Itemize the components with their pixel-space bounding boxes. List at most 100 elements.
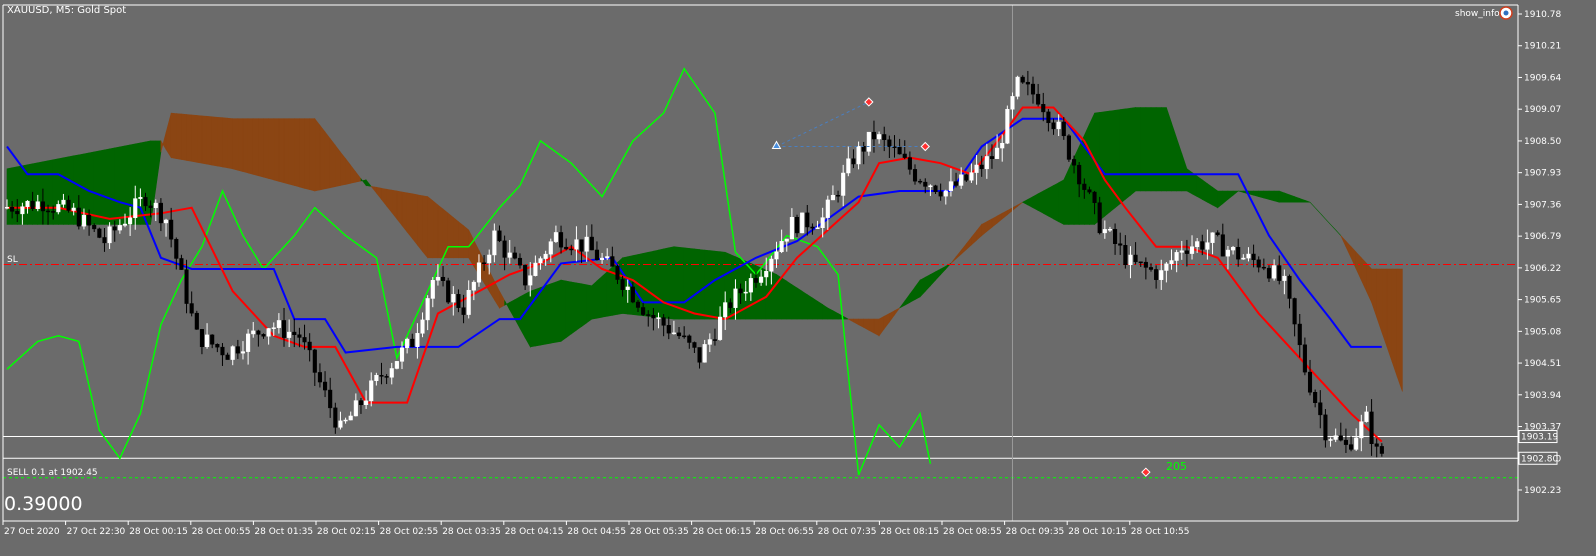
candle-body bbox=[1287, 275, 1292, 299]
candle-body bbox=[194, 312, 199, 330]
candle-body bbox=[163, 219, 169, 224]
candle-body bbox=[1030, 83, 1036, 95]
candle-body bbox=[533, 262, 538, 276]
x-tick-label: 27 Oct 22:30 bbox=[67, 527, 126, 537]
candle-body bbox=[199, 329, 204, 347]
x-tick-label: 28 Oct 06:55 bbox=[755, 527, 814, 537]
price-tag-label: 1902.80 bbox=[1521, 454, 1558, 464]
cloud-segment bbox=[1212, 186, 1218, 209]
ichimoku-chart[interactable]: 1910.78 1910.21 1909.64 1909.07 1908.50 1907.… bbox=[0, 0, 1596, 552]
cloud-segment bbox=[555, 279, 562, 343]
cloud-segment bbox=[699, 249, 706, 320]
bottom-left-value: 0.39000 bbox=[4, 493, 83, 515]
candle-body bbox=[943, 190, 948, 197]
candle-body bbox=[753, 278, 759, 283]
cloud-segment bbox=[93, 150, 100, 225]
cloud-segment bbox=[57, 157, 64, 225]
candle-body bbox=[333, 407, 338, 428]
cloud-segment bbox=[176, 113, 182, 160]
candle-body bbox=[379, 375, 384, 377]
candle-body bbox=[579, 239, 584, 252]
cloud-segment bbox=[447, 212, 454, 259]
candle-body bbox=[1307, 371, 1313, 393]
candle-body bbox=[1210, 232, 1215, 243]
candle-body bbox=[558, 232, 564, 248]
cloud-segment bbox=[63, 156, 69, 225]
cloud-segment bbox=[1073, 146, 1080, 225]
x-tick-label: 28 Oct 07:35 bbox=[818, 527, 877, 537]
cloud-segment bbox=[170, 112, 177, 159]
candle-body bbox=[143, 197, 148, 207]
candle-body bbox=[1097, 202, 1102, 234]
cloud-segment bbox=[104, 148, 110, 225]
candle-body bbox=[800, 212, 805, 234]
candle-body bbox=[1164, 263, 1169, 271]
candle-body bbox=[517, 257, 523, 266]
candle-body bbox=[538, 258, 543, 264]
cloud-segment bbox=[1391, 268, 1398, 377]
cloud-segment bbox=[247, 118, 254, 175]
candle-body bbox=[718, 316, 723, 340]
candle-body bbox=[174, 238, 179, 259]
cloud-segment bbox=[119, 145, 126, 225]
candle-body bbox=[887, 139, 892, 147]
candle-body bbox=[230, 346, 235, 360]
candle-body bbox=[912, 169, 918, 182]
candle-body bbox=[877, 134, 882, 140]
candle-body bbox=[707, 339, 712, 345]
candle-body bbox=[605, 256, 610, 259]
candle-body bbox=[584, 236, 589, 252]
candle-body bbox=[1159, 270, 1164, 280]
candle-body bbox=[1195, 241, 1200, 247]
candle-body bbox=[312, 349, 317, 373]
cloud-segment bbox=[237, 118, 244, 172]
cloud-segment bbox=[288, 118, 295, 186]
candle-body bbox=[302, 337, 307, 343]
cloud-segment bbox=[596, 275, 603, 319]
candle-body bbox=[1169, 260, 1174, 265]
cloud-segment bbox=[1037, 190, 1044, 214]
candle-body bbox=[25, 200, 30, 207]
candle-body bbox=[61, 199, 66, 205]
candle-body bbox=[210, 334, 215, 345]
candle-body bbox=[343, 419, 348, 422]
candle-body bbox=[76, 207, 81, 227]
candle-body bbox=[794, 217, 800, 234]
cloud-segment bbox=[278, 118, 285, 184]
cloud-segment bbox=[1109, 109, 1116, 213]
cloud-segment bbox=[601, 271, 608, 318]
candle-body bbox=[543, 253, 548, 259]
cloud-segment bbox=[1135, 107, 1141, 192]
cloud-segment bbox=[401, 191, 408, 233]
cloud-segment bbox=[227, 117, 233, 170]
candle-body bbox=[974, 164, 979, 173]
y-tick-label: 1904.51 bbox=[1524, 359, 1561, 369]
candle-body bbox=[1082, 183, 1087, 190]
cloud-segment bbox=[873, 318, 880, 337]
cloud-segment bbox=[324, 131, 331, 190]
candle-body bbox=[1374, 443, 1379, 447]
candle-body bbox=[646, 314, 651, 316]
cloud-segment bbox=[186, 114, 192, 162]
x-tick-label: 28 Oct 00:55 bbox=[192, 527, 251, 537]
cloud-segment bbox=[1202, 179, 1208, 203]
candle-body bbox=[1174, 252, 1179, 261]
symbol-title: XAUUSD, M5: Gold Spot bbox=[7, 5, 126, 16]
cloud-segment bbox=[694, 248, 700, 320]
cloud-segment bbox=[411, 193, 418, 246]
cloud-segment bbox=[771, 271, 777, 320]
chart-canvas[interactable]: 1910.78 1910.21 1909.64 1909.07 1908.50 1907.… bbox=[0, 0, 1596, 552]
eye-icon[interactable] bbox=[1499, 6, 1513, 20]
cloud-segment bbox=[1119, 108, 1126, 205]
y-tick-label: 1906.22 bbox=[1524, 264, 1561, 274]
candle-body bbox=[1338, 435, 1343, 441]
candle-body bbox=[666, 325, 671, 334]
cloud-segment bbox=[88, 151, 95, 225]
candle-body bbox=[610, 256, 615, 267]
show-info-label[interactable]: show_info bbox=[1455, 9, 1500, 19]
cloud-segment bbox=[647, 250, 654, 318]
candle-body bbox=[969, 172, 974, 181]
candle-body bbox=[1087, 189, 1092, 193]
cloud-segment bbox=[801, 290, 808, 320]
cloud-segment bbox=[806, 294, 813, 320]
